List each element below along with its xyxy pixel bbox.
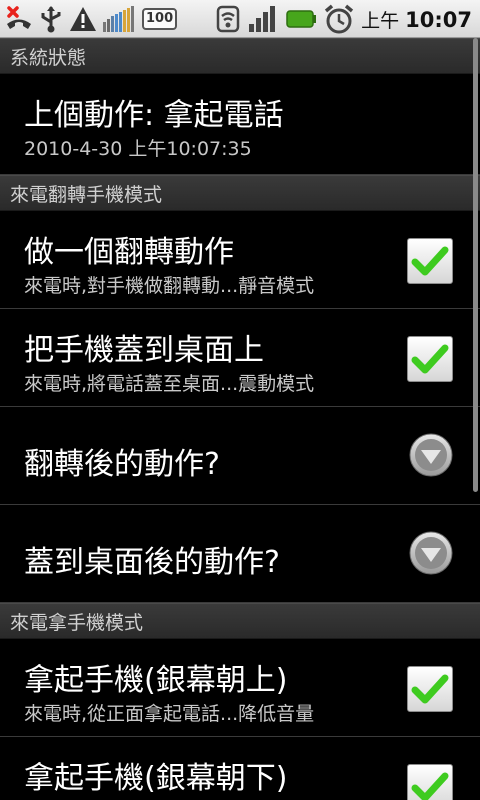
checkmark-icon [411, 344, 449, 374]
item-title: 翻轉後的動作? [24, 447, 220, 482]
checkmark-icon [411, 772, 449, 800]
last-action-item[interactable]: 上個動作: 拿起電話 2010-4-30 上午10:07:35 [0, 74, 480, 175]
pickup-face-down-item[interactable]: 拿起手機(銀幕朝下) [0, 737, 480, 800]
item-subtitle: 來電時,對手機做翻轉動...靜音模式 [24, 275, 315, 297]
after-flip-action-item[interactable]: 翻轉後的動作? [0, 407, 480, 505]
flip-action-item[interactable]: 做一個翻轉動作 來電時,對手機做翻轉動...靜音模式 [0, 211, 480, 309]
section-title: 系統狀態 [10, 46, 87, 69]
section-header-pickup-mode: 來電拿手機模式 [0, 603, 480, 639]
clock-ampm: 上午 [361, 9, 400, 32]
item-title: 上個動作: 拿起電話 [24, 98, 284, 133]
pickup-face-down-checkbox[interactable] [407, 764, 453, 800]
status-bar: 100 上午 10:07 [0, 0, 480, 38]
battery-icon [286, 10, 317, 28]
section-title: 來電拿手機模式 [10, 611, 144, 634]
item-subtitle: 來電時,從正面拿起電話...降低音量 [24, 703, 315, 725]
usb-icon[interactable] [38, 4, 64, 34]
cover-table-checkbox[interactable] [407, 336, 453, 382]
battery-badge-icon: 100 [142, 8, 178, 30]
preference-list[interactable]: 系統狀態 上個動作: 拿起電話 2010-4-30 上午10:07:35 來電翻… [0, 38, 480, 800]
clock-time: 10:07 [405, 7, 472, 32]
warning-icon[interactable] [68, 4, 98, 34]
item-title: 蓋到桌面後的動作? [24, 545, 280, 580]
cell-signal-icon [249, 6, 276, 32]
checkmark-icon [411, 674, 449, 704]
alarm-clock-icon [325, 4, 354, 34]
pickup-face-up-item[interactable]: 拿起手機(銀幕朝上) 來電時,從正面拿起電話...降低音量 [0, 639, 480, 737]
missed-call-icon[interactable] [4, 4, 34, 34]
flip-action-checkbox[interactable] [407, 238, 453, 284]
section-title: 來電翻轉手機模式 [10, 183, 163, 206]
section-header-system-status: 系統狀態 [0, 38, 480, 74]
signal-bars-icon [103, 6, 134, 32]
item-title: 把手機蓋到桌面上 [24, 333, 264, 368]
status-clock: 上午 10:07 [361, 6, 472, 33]
after-cover-action-item[interactable]: 蓋到桌面後的動作? [0, 505, 480, 603]
item-subtitle: 來電時,將電話蓋至桌面...震動模式 [24, 373, 315, 395]
item-title: 做一個翻轉動作 [24, 235, 234, 270]
section-header-flip-mode: 來電翻轉手機模式 [0, 175, 480, 211]
dropdown-arrow-icon[interactable] [409, 433, 453, 477]
pickup-face-up-checkbox[interactable] [407, 666, 453, 712]
checkmark-icon [411, 246, 449, 276]
item-title: 拿起手機(銀幕朝下) [24, 761, 288, 796]
item-subtitle: 2010-4-30 上午10:07:35 [24, 138, 252, 160]
cover-table-item[interactable]: 把手機蓋到桌面上 來電時,將電話蓋至桌面...震動模式 [0, 309, 480, 407]
scrollbar[interactable] [473, 38, 478, 492]
item-title: 拿起手機(銀幕朝上) [24, 663, 288, 698]
dropdown-arrow-icon[interactable] [409, 531, 453, 575]
wifi-icon [216, 5, 240, 33]
